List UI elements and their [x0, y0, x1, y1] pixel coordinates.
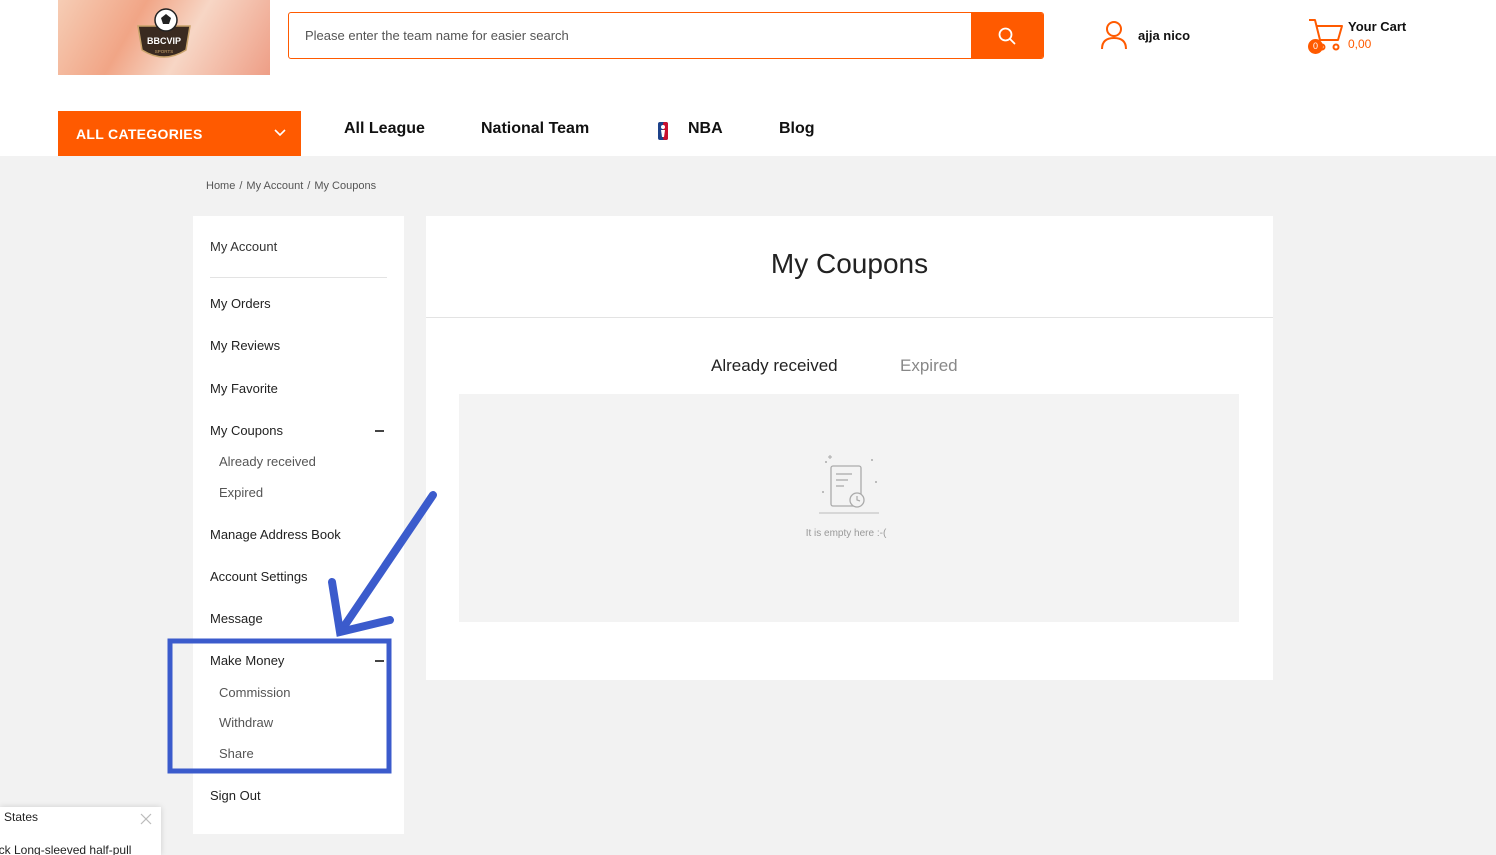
logo-text: BBCVIP	[147, 36, 181, 46]
all-categories-label: ALL CATEGORIES	[76, 125, 203, 142]
tab-already-received[interactable]: Already received	[711, 356, 838, 376]
collapse-minus-icon[interactable]	[375, 430, 384, 432]
empty-state: It is empty here :-(	[459, 394, 1239, 622]
search-button[interactable]	[971, 13, 1043, 58]
page-title: My Coupons	[770, 248, 929, 279]
nav-blog[interactable]: Blog	[779, 120, 815, 138]
collapse-minus-icon[interactable]	[375, 660, 384, 662]
account-sidebar: My Account My Orders My Reviews My Favor…	[193, 216, 404, 834]
sidebar-subitem-share[interactable]: Share	[219, 746, 254, 761]
sidebar-item-my-orders[interactable]: My Orders	[210, 296, 271, 311]
user-icon	[1101, 21, 1127, 50]
empty-document-icon	[819, 455, 879, 514]
logo-subtext: SPORTS	[155, 49, 173, 54]
sidebar-subitem-already-received[interactable]: Already received	[219, 454, 316, 469]
search-input[interactable]	[289, 13, 971, 58]
sidebar-divider	[210, 277, 387, 278]
sidebar-item-my-reviews[interactable]: My Reviews	[210, 338, 280, 353]
nav-all-league[interactable]: All League	[344, 120, 425, 138]
chevron-down-icon	[274, 129, 286, 137]
sidebar-subitem-expired[interactable]: Expired	[219, 485, 263, 500]
sidebar-item-account-settings[interactable]: Account Settings	[210, 569, 308, 584]
breadcrumb-separator: /	[307, 180, 311, 192]
purchase-notification-toast[interactable]: d States ack Long-sleeved half-pull	[0, 807, 161, 855]
sidebar-subitem-withdraw[interactable]: Withdraw	[219, 715, 273, 730]
nav-nba[interactable]: NBA	[688, 120, 723, 138]
breadcrumb-my-account[interactable]: My Account	[246, 180, 303, 192]
cart-link[interactable]: 0 Your Cart 0,00	[1306, 16, 1446, 56]
toast-product: ack Long-sleeved half-pull	[0, 843, 132, 855]
cart-amount: 0,00	[1348, 37, 1372, 51]
sidebar-item-manage-address-book[interactable]: Manage Address Book	[210, 527, 341, 542]
site-logo[interactable]: BBCVIP SPORTS	[58, 0, 270, 75]
user-account-link[interactable]: ajja nico	[1100, 20, 1190, 50]
nav-national-team[interactable]: National Team	[481, 120, 589, 138]
all-categories-button[interactable]: ALL CATEGORIES	[58, 111, 301, 156]
sidebar-item-my-account[interactable]: My Account	[210, 239, 277, 254]
coupons-panel: My Coupons Already received Expired It i…	[426, 216, 1273, 680]
cart-title: Your Cart	[1348, 19, 1407, 34]
user-name: ajja nico	[1138, 27, 1191, 43]
toast-location: d States	[0, 810, 39, 824]
tab-expired[interactable]: Expired	[900, 356, 958, 376]
sidebar-item-my-favorite[interactable]: My Favorite	[210, 381, 278, 396]
top-header: BBCVIP SPORTS ajja nico 0 Your Cart 0,00	[0, 0, 1496, 156]
sidebar-item-message[interactable]: Message	[210, 611, 263, 626]
search-bar	[288, 12, 1044, 59]
sidebar-item-sign-out[interactable]: Sign Out	[210, 788, 261, 803]
sidebar-item-my-coupons[interactable]: My Coupons	[210, 423, 283, 438]
breadcrumb-current: My Coupons	[314, 180, 377, 192]
empty-state-text: It is empty here :-(	[805, 528, 887, 539]
close-icon[interactable]	[140, 813, 152, 825]
cart-count-badge: 0	[1308, 39, 1323, 54]
sidebar-item-make-money[interactable]: Make Money	[210, 653, 284, 668]
breadcrumb-separator: /	[239, 180, 243, 192]
sidebar-subitem-commission[interactable]: Commission	[219, 685, 291, 700]
breadcrumb: Home / My Account / My Coupons	[206, 180, 376, 192]
nba-logo-icon	[658, 122, 668, 140]
soccer-ball-logo-icon: BBCVIP SPORTS	[137, 8, 191, 58]
title-divider	[426, 317, 1273, 318]
search-icon	[998, 27, 1016, 44]
breadcrumb-home[interactable]: Home	[206, 180, 235, 192]
